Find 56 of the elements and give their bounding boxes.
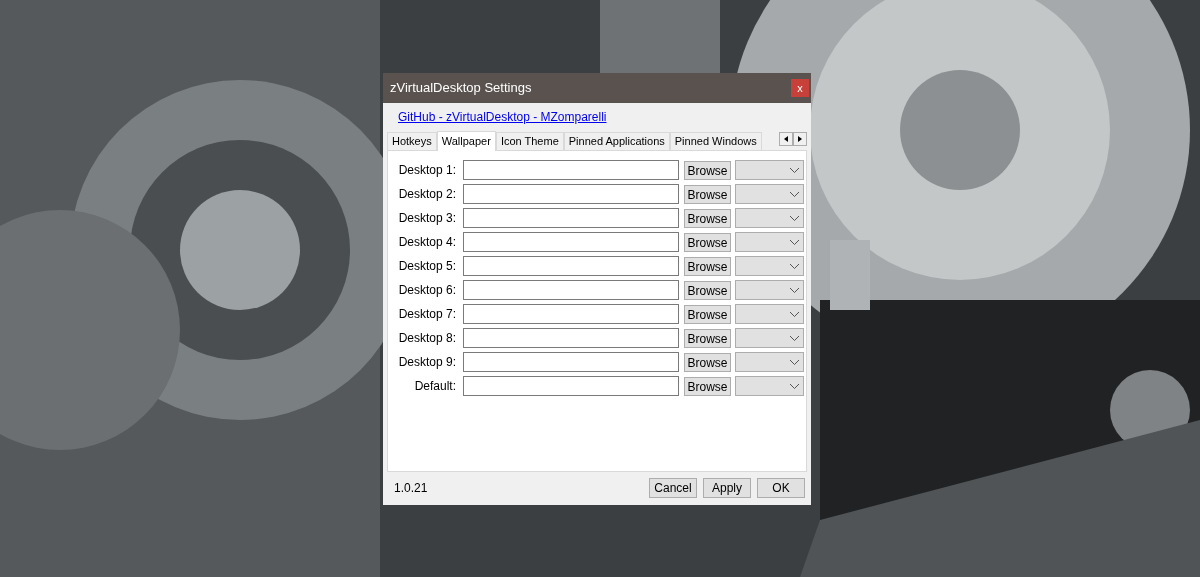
dialog-button[interactable]: Cancel <box>649 478 697 498</box>
path-field[interactable] <box>463 304 679 324</box>
path-field[interactable] <box>463 280 679 300</box>
chevron-down-icon <box>790 359 799 365</box>
field-label: Desktop 3: <box>397 210 456 227</box>
browse-button[interactable]: Browse <box>684 256 731 276</box>
browse-button[interactable]: Browse <box>684 304 731 324</box>
field-label: Desktop 6: <box>397 282 456 299</box>
field-label: Desktop 7: <box>397 306 456 323</box>
browse-button[interactable]: Browse <box>684 328 731 348</box>
chevron-down-icon <box>790 239 799 245</box>
right-arrow-icon <box>798 136 802 142</box>
chevron-down-icon <box>790 287 799 293</box>
browse-button[interactable]: Browse <box>684 280 731 300</box>
browse-button[interactable]: Browse <box>684 184 731 204</box>
path-field[interactable] <box>463 208 679 228</box>
tab[interactable]: Wallpaper <box>436 131 496 151</box>
path-field[interactable] <box>463 352 679 372</box>
chevron-down-icon <box>790 383 799 389</box>
scroll-right-button[interactable] <box>793 132 807 146</box>
browse-button[interactable]: Browse <box>684 352 731 372</box>
close-button[interactable]: x <box>791 79 809 97</box>
path-field[interactable] <box>463 160 679 180</box>
browse-button[interactable]: Browse <box>684 376 731 396</box>
browse-button[interactable]: Browse <box>684 208 731 228</box>
browse-button[interactable]: Browse <box>684 232 731 252</box>
field-label: Desktop 1: <box>397 162 456 179</box>
chevron-down-icon <box>790 167 799 173</box>
field-label: Desktop 2: <box>397 186 456 203</box>
field-label: Desktop 4: <box>397 234 456 251</box>
chevron-down-icon <box>790 215 799 221</box>
dialog-button[interactable]: Apply <box>703 478 751 498</box>
field-label: Desktop 5: <box>397 258 456 275</box>
dialog-button[interactable]: OK <box>757 478 805 498</box>
field-label: Default: <box>413 378 456 395</box>
window-title: zVirtualDesktop Settings <box>390 79 532 98</box>
github-link[interactable]: GitHub - zVirtualDesktop - MZomparelli <box>398 108 607 126</box>
path-field[interactable] <box>463 328 679 348</box>
chevron-down-icon <box>790 191 799 197</box>
path-field[interactable] <box>463 184 679 204</box>
field-label: Desktop 8: <box>397 330 456 347</box>
field-label: Desktop 9: <box>397 354 456 371</box>
chevron-down-icon <box>790 311 799 317</box>
tab[interactable]: Pinned Applications <box>563 132 670 150</box>
chevron-down-icon <box>790 263 799 269</box>
scroll-left-button[interactable] <box>779 132 793 146</box>
path-field[interactable] <box>463 256 679 276</box>
tab[interactable]: Icon Theme <box>495 132 564 150</box>
browse-button[interactable]: Browse <box>684 160 731 180</box>
path-field[interactable] <box>463 376 679 396</box>
tab[interactable]: Hotkeys <box>387 132 437 150</box>
chevron-down-icon <box>790 335 799 341</box>
version-label: 1.0.21 <box>394 480 428 497</box>
tab[interactable]: Pinned Windows <box>669 132 762 150</box>
left-arrow-icon <box>784 136 788 142</box>
path-field[interactable] <box>463 232 679 252</box>
